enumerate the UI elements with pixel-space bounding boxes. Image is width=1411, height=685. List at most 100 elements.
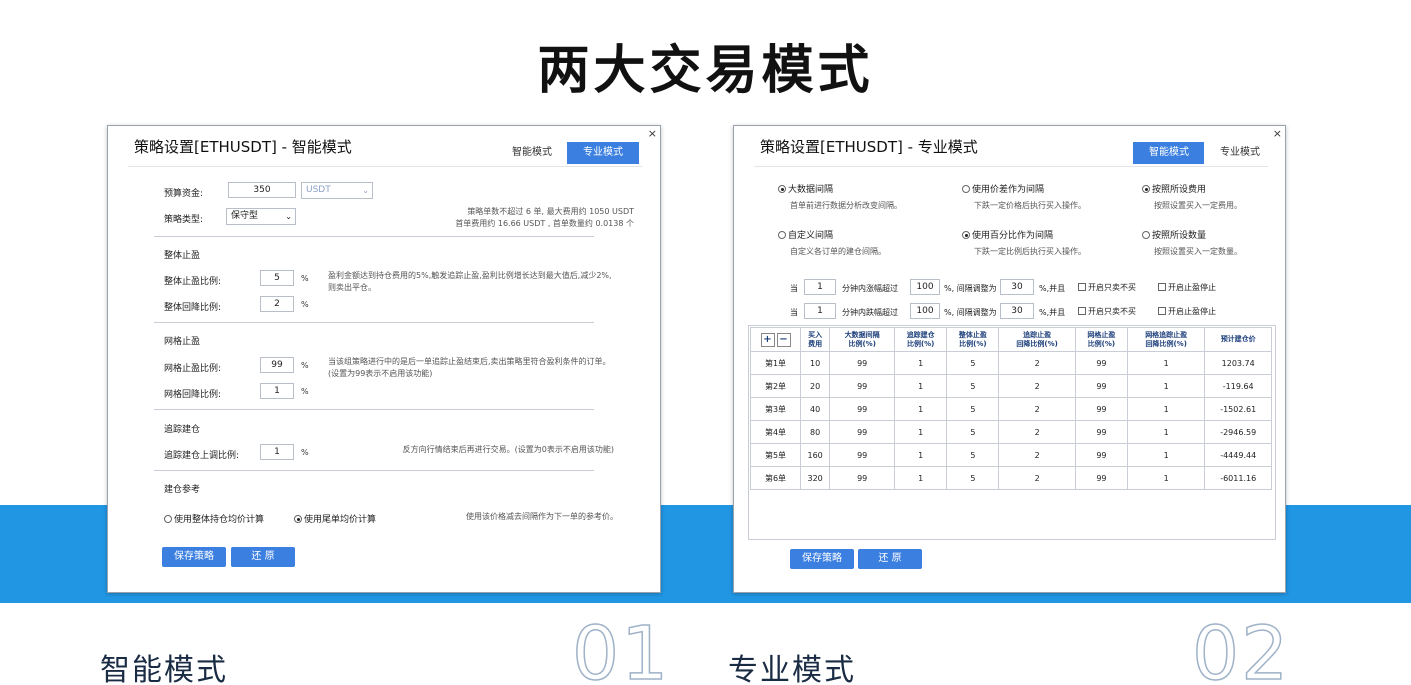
tab-smart-mode[interactable]: 智能模式 <box>1133 142 1205 164</box>
table-cell[interactable]: 1 <box>1126 466 1206 490</box>
table-cell[interactable]: 1 <box>894 420 948 444</box>
table-cell[interactable]: 1 <box>894 443 948 467</box>
table-cell[interactable]: 20 <box>799 374 831 398</box>
budget-input[interactable]: 350 <box>228 182 296 198</box>
close-icon[interactable]: × <box>1273 127 1282 140</box>
option-percent-interval[interactable]: 使用百分比作为间隔 <box>962 228 1053 241</box>
trail-input[interactable]: 1 <box>260 444 294 460</box>
option-by-fee[interactable]: 按照所设费用 <box>1142 182 1206 195</box>
ref-option-overall[interactable]: 使用整体持仓均价计算 <box>164 512 264 525</box>
save-strategy-button[interactable]: 保存策略 <box>790 549 854 569</box>
table-cell[interactable]: 99 <box>829 466 896 490</box>
option-by-quantity[interactable]: 按照所设数量 <box>1142 228 1206 241</box>
close-icon[interactable]: × <box>648 127 657 140</box>
budget-label: 预算资金: <box>164 189 204 199</box>
table-cell[interactable]: 1 <box>894 374 948 398</box>
restore-button[interactable]: 还 原 <box>858 549 922 569</box>
table-cell[interactable]: 5 <box>946 351 1000 375</box>
table-cell[interactable]: 99 <box>1074 443 1129 467</box>
grid-tp-ratio-input[interactable]: 99 <box>260 357 294 373</box>
percent-unit: % <box>301 387 309 396</box>
overall-tp-ratio-input[interactable]: 5 <box>260 270 294 286</box>
column-header: 预计建仓价 <box>1204 327 1272 352</box>
table-cell[interactable]: 2 <box>998 443 1076 467</box>
rule2-tp-stop-checkbox[interactable]: 开启止盈停止 <box>1158 306 1216 317</box>
table-row[interactable]: 第3单 40 99 1 5 2 99 1 -1502.61 <box>750 397 1272 421</box>
table-row[interactable]: 第1单 10 99 1 5 2 99 1 1203.74 <box>750 351 1272 375</box>
rule1-interval-input[interactable]: 30 <box>1000 279 1034 295</box>
table-cell[interactable]: 10 <box>799 351 831 375</box>
remove-row-icon[interactable]: − <box>776 332 791 347</box>
table-cell[interactable]: 160 <box>799 443 831 467</box>
divider <box>154 236 594 237</box>
table-cell[interactable]: 1 <box>894 466 948 490</box>
rule2-interval-input[interactable]: 30 <box>1000 303 1034 319</box>
table-cell[interactable]: 1 <box>1126 420 1206 444</box>
table-cell[interactable]: 99 <box>829 351 896 375</box>
column-header: 网格止盈 比例(%) <box>1074 327 1129 352</box>
table-row[interactable]: 第2单 20 99 1 5 2 99 1 -119.64 <box>750 374 1272 398</box>
tab-pro-mode[interactable]: 专业模式 <box>567 142 639 164</box>
add-row-icon[interactable]: + <box>760 332 775 347</box>
table-cell[interactable]: 5 <box>946 397 1000 421</box>
table-row[interactable]: 第5单 160 99 1 5 2 99 1 -4449.44 <box>750 443 1272 467</box>
option-price-diff-interval[interactable]: 使用价差作为间隔 <box>962 182 1044 195</box>
table-cell[interactable]: 2 <box>998 466 1076 490</box>
rule2-percent-input[interactable]: 100 <box>910 303 940 319</box>
table-cell[interactable]: 2 <box>998 351 1076 375</box>
percent-unit: % <box>301 300 309 309</box>
rule2-sell-only-checkbox[interactable]: 开启只卖不买 <box>1078 306 1136 317</box>
rule2-and-label: %,并且 <box>1039 308 1066 317</box>
table-cell[interactable]: 1 <box>1126 443 1206 467</box>
table-cell[interactable]: 5 <box>946 374 1000 398</box>
grid-tp-retrace-input[interactable]: 1 <box>260 383 294 399</box>
summary-line-2: 首单费用约 16.66 USDT , 首单数量约 0.0138 个 <box>455 219 634 228</box>
table-row[interactable]: 第6单 320 99 1 5 2 99 1 -6011.16 <box>750 466 1272 490</box>
save-strategy-button[interactable]: 保存策略 <box>162 547 226 567</box>
currency-select[interactable]: USDT ⌄ <box>301 182 373 199</box>
radio-selected-icon <box>962 231 970 239</box>
table-row[interactable]: 第4单 80 99 1 5 2 99 1 -2946.59 <box>750 420 1272 444</box>
table-cell[interactable]: 5 <box>946 466 1000 490</box>
rule1-sell-only-checkbox[interactable]: 开启只卖不买 <box>1078 282 1136 293</box>
ref-hint: 使用该价格减去间隔作为下一单的参考价。 <box>466 512 618 521</box>
table-cell[interactable]: 1 <box>1126 397 1206 421</box>
table-cell[interactable]: 5 <box>946 443 1000 467</box>
table-cell[interactable]: 1 <box>1126 351 1206 375</box>
table-cell[interactable]: 99 <box>1074 466 1129 490</box>
restore-button[interactable]: 还 原 <box>231 547 295 567</box>
table-cell[interactable]: 99 <box>829 374 896 398</box>
table-cell[interactable]: 99 <box>1074 397 1129 421</box>
rule2-minutes-input[interactable]: 1 <box>804 303 836 319</box>
pro-mode-window: 策略设置[ETHUSDT] - 专业模式 × 智能模式 专业模式 大数据间隔 首… <box>733 125 1286 593</box>
table-cell[interactable]: 5 <box>946 420 1000 444</box>
table-cell[interactable]: 99 <box>829 397 896 421</box>
table-cell[interactable]: 99 <box>829 443 896 467</box>
table-cell[interactable]: 99 <box>1074 420 1129 444</box>
tab-pro-mode[interactable]: 专业模式 <box>1204 142 1276 164</box>
table-cell[interactable]: 1 <box>1126 374 1206 398</box>
rule1-percent-input[interactable]: 100 <box>910 279 940 295</box>
overall-tp-retrace-input[interactable]: 2 <box>260 296 294 312</box>
table-cell[interactable]: 2 <box>998 420 1076 444</box>
table-cell[interactable]: 2 <box>998 374 1076 398</box>
table-cell[interactable]: 320 <box>799 466 831 490</box>
table-header-row: + − 买入 费用 大数据间隔 比例(%) 追踪建仓 比例(%) 整体止盈 比例(… <box>750 327 1272 352</box>
rule1-minutes-input[interactable]: 1 <box>804 279 836 295</box>
rule-when-label: 当 <box>790 284 798 293</box>
strategy-type-select[interactable]: 保守型 ⌄ <box>226 208 296 225</box>
ref-option-tail[interactable]: 使用尾单均价计算 <box>294 512 376 525</box>
table-cell[interactable]: 1 <box>894 351 948 375</box>
table-cell[interactable]: 99 <box>1074 374 1129 398</box>
table-cell[interactable]: 40 <box>799 397 831 421</box>
table-cell[interactable]: 99 <box>829 420 896 444</box>
table-cell[interactable]: 80 <box>799 420 831 444</box>
option-big-data-interval[interactable]: 大数据间隔 <box>778 182 833 195</box>
option-custom-interval[interactable]: 自定义间隔 <box>778 228 833 241</box>
chevron-down-icon: ⌄ <box>285 212 292 221</box>
rule1-tp-stop-checkbox[interactable]: 开启止盈停止 <box>1158 282 1216 293</box>
table-cell[interactable]: 99 <box>1074 351 1129 375</box>
tab-smart-mode[interactable]: 智能模式 <box>496 142 568 164</box>
table-cell[interactable]: 1 <box>894 397 948 421</box>
table-cell[interactable]: 2 <box>998 397 1076 421</box>
